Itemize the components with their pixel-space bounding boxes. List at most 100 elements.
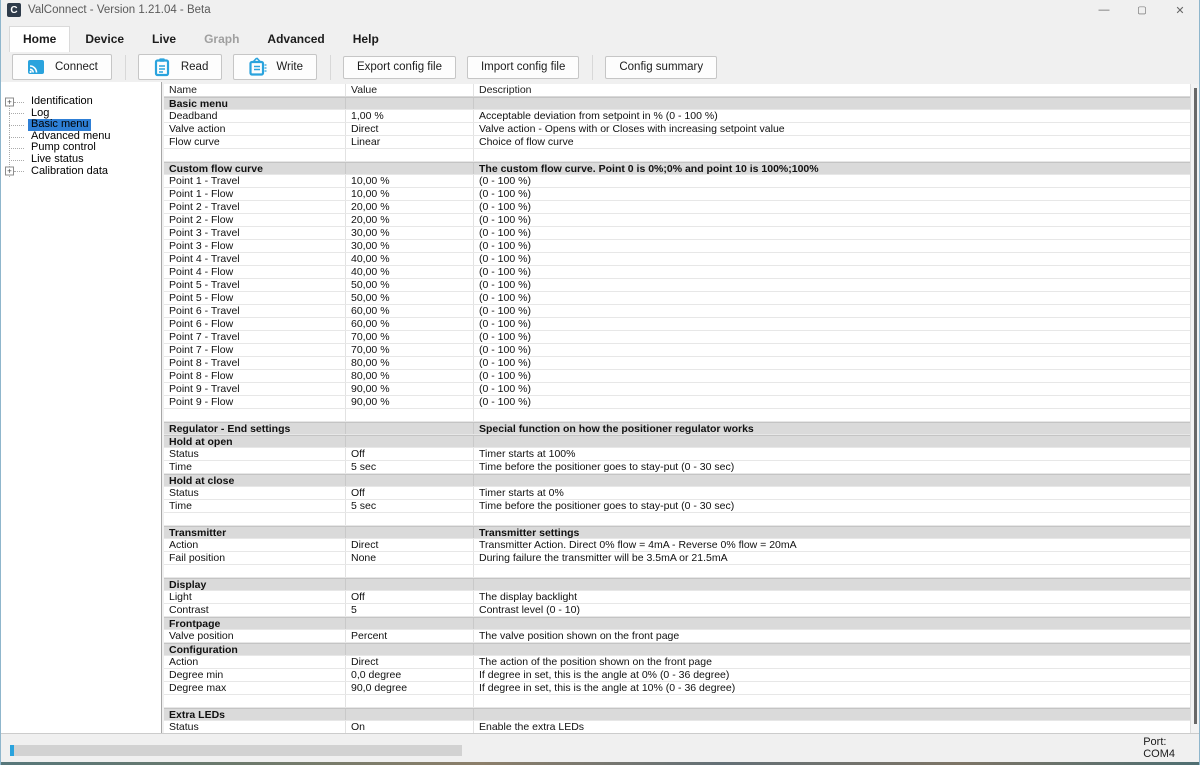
- value-cell[interactable]: 30,00 %: [346, 240, 474, 252]
- value-cell[interactable]: Direct: [346, 123, 474, 135]
- tree-expander[interactable]: +: [1, 96, 28, 108]
- table-row[interactable]: Point 8 - Travel80,00 %(0 - 100 %): [164, 357, 1190, 370]
- table-row[interactable]: Deadband1,00 %Acceptable deviation from …: [164, 110, 1190, 123]
- value-cell[interactable]: 60,00 %: [346, 305, 474, 317]
- table-row[interactable]: Point 5 - Flow50,00 %(0 - 100 %): [164, 292, 1190, 305]
- value-cell[interactable]: 20,00 %: [346, 201, 474, 213]
- value-cell[interactable]: 90,00 %: [346, 383, 474, 395]
- table-row[interactable]: Point 3 - Travel30,00 %(0 - 100 %): [164, 227, 1190, 240]
- table-row[interactable]: Degree max90,0 degreeIf degree in set, t…: [164, 682, 1190, 695]
- table-section-row[interactable]: Hold at close: [164, 474, 1190, 487]
- table-row[interactable]: Point 2 - Travel20,00 %(0 - 100 %): [164, 201, 1190, 214]
- table-row[interactable]: Degree min0,0 degreeIf degree in set, th…: [164, 669, 1190, 682]
- table-row[interactable]: ActionDirectThe action of the position s…: [164, 656, 1190, 669]
- table-row[interactable]: Fail positionNoneDuring failure the tran…: [164, 552, 1190, 565]
- table-section-row[interactable]: Frontpage: [164, 617, 1190, 630]
- value-cell[interactable]: 60,00 %: [346, 318, 474, 330]
- minimize-icon[interactable]: —: [1085, 0, 1123, 20]
- table-row[interactable]: LightOffThe display backlight: [164, 591, 1190, 604]
- value-cell[interactable]: Off: [346, 487, 474, 499]
- menu-item-live[interactable]: Live: [139, 27, 189, 52]
- table-row[interactable]: StatusOffTimer starts at 100%: [164, 448, 1190, 461]
- table-section-row[interactable]: Configuration: [164, 643, 1190, 656]
- table-row[interactable]: StatusOnEnable the extra LEDs: [164, 721, 1190, 733]
- value-cell[interactable]: 10,00 %: [346, 188, 474, 200]
- value-cell[interactable]: 50,00 %: [346, 292, 474, 304]
- table-row[interactable]: StatusOffTimer starts at 0%: [164, 487, 1190, 500]
- value-cell[interactable]: 40,00 %: [346, 253, 474, 265]
- table-section-row[interactable]: Custom flow curveThe custom flow curve. …: [164, 162, 1190, 175]
- value-cell[interactable]: 10,00 %: [346, 175, 474, 187]
- value-cell[interactable]: Off: [346, 591, 474, 603]
- vertical-scrollbar[interactable]: [1190, 84, 1199, 733]
- table-row[interactable]: Point 1 - Travel10,00 %(0 - 100 %): [164, 175, 1190, 188]
- value-cell[interactable]: Direct: [346, 539, 474, 551]
- table-row[interactable]: Valve positionPercentThe valve position …: [164, 630, 1190, 643]
- import-config-file-button[interactable]: Import config file: [467, 56, 579, 79]
- value-cell[interactable]: 80,00 %: [346, 370, 474, 382]
- maximize-icon[interactable]: ▢: [1123, 0, 1161, 20]
- menu-item-home[interactable]: Home: [9, 26, 70, 52]
- value-cell[interactable]: On: [346, 721, 474, 733]
- scrollbar-thumb[interactable]: [1194, 88, 1197, 724]
- menu-item-graph[interactable]: Graph: [191, 27, 252, 52]
- plus-box-icon[interactable]: +: [5, 167, 14, 176]
- sidebar-item-calibration-data[interactable]: +Calibration data: [1, 166, 161, 178]
- table-row[interactable]: Point 4 - Travel40,00 %(0 - 100 %): [164, 253, 1190, 266]
- connect-button[interactable]: Connect: [12, 54, 112, 80]
- close-icon[interactable]: ✕: [1161, 0, 1199, 20]
- tree-expander[interactable]: +: [1, 166, 28, 178]
- table-section-row[interactable]: Extra LEDs: [164, 708, 1190, 721]
- table-row[interactable]: Point 6 - Flow60,00 %(0 - 100 %): [164, 318, 1190, 331]
- table-row[interactable]: Point 9 - Travel90,00 %(0 - 100 %): [164, 383, 1190, 396]
- read-button[interactable]: Read: [138, 54, 223, 80]
- table-section-row[interactable]: Display: [164, 578, 1190, 591]
- table-row[interactable]: Point 7 - Travel70,00 %(0 - 100 %): [164, 331, 1190, 344]
- column-header-value[interactable]: Value: [346, 84, 474, 96]
- table-row[interactable]: Point 8 - Flow80,00 %(0 - 100 %): [164, 370, 1190, 383]
- plus-box-icon[interactable]: +: [5, 97, 14, 106]
- table-row[interactable]: Valve actionDirectValve action - Opens w…: [164, 123, 1190, 136]
- value-cell[interactable]: 90,00 %: [346, 396, 474, 408]
- table-section-row[interactable]: TransmitterTransmitter settings: [164, 526, 1190, 539]
- table-row[interactable]: Point 4 - Flow40,00 %(0 - 100 %): [164, 266, 1190, 279]
- table-row[interactable]: Time5 secTime before the positioner goes…: [164, 461, 1190, 474]
- table-section-row[interactable]: Basic menu: [164, 97, 1190, 110]
- value-cell[interactable]: 5 sec: [346, 461, 474, 473]
- table-row[interactable]: Point 3 - Flow30,00 %(0 - 100 %): [164, 240, 1190, 253]
- value-cell[interactable]: 70,00 %: [346, 344, 474, 356]
- table-row[interactable]: Point 7 - Flow70,00 %(0 - 100 %): [164, 344, 1190, 357]
- value-cell[interactable]: 40,00 %: [346, 266, 474, 278]
- table-section-row[interactable]: Hold at open: [164, 435, 1190, 448]
- value-cell[interactable]: 1,00 %: [346, 110, 474, 122]
- value-cell[interactable]: 90,0 degree: [346, 682, 474, 694]
- sidebar-item-identification[interactable]: +Identification: [1, 96, 161, 108]
- value-cell[interactable]: 5: [346, 604, 474, 616]
- value-cell[interactable]: 30,00 %: [346, 227, 474, 239]
- table-row[interactable]: Point 9 - Flow90,00 %(0 - 100 %): [164, 396, 1190, 409]
- write-button[interactable]: Write: [233, 54, 317, 80]
- menu-item-device[interactable]: Device: [72, 27, 137, 52]
- export-config-file-button[interactable]: Export config file: [343, 56, 456, 79]
- config-summary-button[interactable]: Config summary: [605, 56, 717, 79]
- value-cell[interactable]: 80,00 %: [346, 357, 474, 369]
- table-row[interactable]: Point 6 - Travel60,00 %(0 - 100 %): [164, 305, 1190, 318]
- value-cell[interactable]: Linear: [346, 136, 474, 148]
- table-row[interactable]: Time5 secTime before the positioner goes…: [164, 500, 1190, 513]
- value-cell[interactable]: Direct: [346, 656, 474, 668]
- table-row[interactable]: Point 2 - Flow20,00 %(0 - 100 %): [164, 214, 1190, 227]
- value-cell[interactable]: Off: [346, 448, 474, 460]
- menu-item-help[interactable]: Help: [340, 27, 392, 52]
- value-cell[interactable]: 50,00 %: [346, 279, 474, 291]
- table-row[interactable]: ActionDirectTransmitter Action. Direct 0…: [164, 539, 1190, 552]
- value-cell[interactable]: 5 sec: [346, 500, 474, 512]
- value-cell[interactable]: 20,00 %: [346, 214, 474, 226]
- sidebar-item-live-status[interactable]: Live status: [1, 154, 161, 166]
- table-row[interactable]: Point 1 - Flow10,00 %(0 - 100 %): [164, 188, 1190, 201]
- value-cell[interactable]: Percent: [346, 630, 474, 642]
- column-header-name[interactable]: Name: [164, 84, 346, 96]
- value-cell[interactable]: 70,00 %: [346, 331, 474, 343]
- table-row[interactable]: Flow curveLinearChoice of flow curve: [164, 136, 1190, 149]
- value-cell[interactable]: None: [346, 552, 474, 564]
- menu-item-advanced[interactable]: Advanced: [254, 27, 337, 52]
